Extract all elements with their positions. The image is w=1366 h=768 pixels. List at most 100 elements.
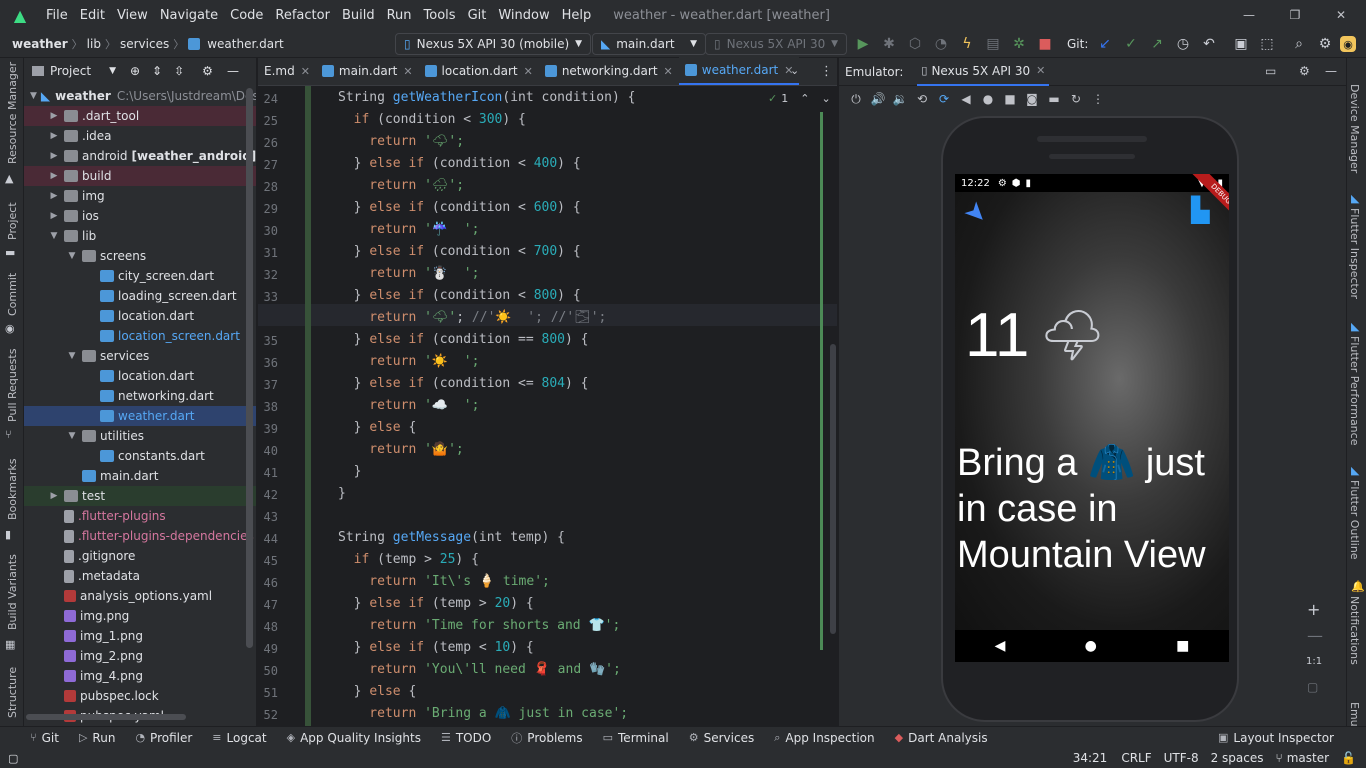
chevron-down-icon[interactable]: ▼ <box>66 431 78 441</box>
tool-profiler[interactable]: ◔ Profiler <box>135 731 192 745</box>
menu-item[interactable]: Git <box>462 8 493 23</box>
resource-manager-icon[interactable]: ▲ <box>5 172 13 185</box>
minimize-icon[interactable]: — <box>1238 4 1260 26</box>
run-icon[interactable]: ▶ <box>852 33 874 55</box>
code-area[interactable]: String getWeatherIcon(int condition) { i… <box>318 86 823 726</box>
flutter-icon[interactable]: ◣ <box>1351 464 1359 477</box>
close-window-icon[interactable]: ✕ <box>1330 4 1352 26</box>
inspection-widget[interactable]: ✓ 1 ⌃ ⌄ <box>768 92 831 105</box>
chevron-down-icon[interactable]: ▼ <box>66 351 78 361</box>
chevron-right-icon[interactable]: ▶ <box>48 151 60 161</box>
hide-panel-icon[interactable]: — <box>227 64 239 78</box>
chevron-right-icon[interactable]: ▶ <box>48 111 60 121</box>
tool-app-quality-insights[interactable]: ◈ App Quality Insights <box>287 731 421 745</box>
code-line[interactable]: } else { <box>338 684 417 699</box>
locate-file-icon[interactable]: ⊕ <box>130 64 140 78</box>
tool-commit[interactable]: Commit <box>6 273 19 316</box>
menu-item[interactable]: Navigate <box>154 8 224 23</box>
tree-item[interactable]: location_screen.dart <box>24 326 256 346</box>
code-line[interactable]: String getMessage(int temp) { <box>338 530 565 545</box>
gear-icon[interactable]: ⚙ <box>202 64 213 78</box>
phone-screen[interactable]: 12:22 ⚙ ⬢ ▮ ▼ ◢ ▮ DEBUG ➤ ▙ 11 🌩 Bring a… <box>955 174 1229 630</box>
caret-position[interactable]: 34:21 <box>1073 751 1108 765</box>
tree-item[interactable]: ▼ lib <box>24 226 256 246</box>
location-arrow-icon[interactable]: ➤ <box>958 195 995 232</box>
tree-item[interactable]: networking.dart <box>24 386 256 406</box>
zoom-ratio[interactable]: 1:1 <box>1306 656 1322 667</box>
chevron-right-icon[interactable]: ▶ <box>48 191 60 201</box>
code-line[interactable]: return '🌩'; <box>338 134 464 149</box>
tree-item[interactable]: ▶ build <box>24 166 256 186</box>
zoom-in-icon[interactable]: + <box>1307 600 1320 619</box>
close-icon[interactable]: ✕ <box>1036 64 1045 77</box>
tool-logcat[interactable]: ≡ Logcat <box>212 731 266 745</box>
tree-item[interactable]: ▼ services <box>24 346 256 366</box>
menu-item[interactable]: Build <box>336 8 381 23</box>
menu-item[interactable]: Code <box>224 8 269 23</box>
close-icon[interactable]: ✕ <box>301 65 310 78</box>
tree-item[interactable]: loading_screen.dart <box>24 286 256 306</box>
tool-resource-manager[interactable]: Resource Manager <box>6 62 19 164</box>
chevron-right-icon[interactable]: ▶ <box>48 131 60 141</box>
zoom-out-icon[interactable]: — <box>1307 626 1323 645</box>
scrollbar[interactable] <box>246 88 253 648</box>
record-icon[interactable]: ▬ <box>1043 89 1065 109</box>
tool-notifications[interactable]: Notifications <box>1348 596 1361 665</box>
tree-item[interactable]: ▶ img <box>24 186 256 206</box>
tool-flutter-outline[interactable]: Flutter Outline <box>1348 480 1361 560</box>
tree-item[interactable]: analysis_options.yaml <box>24 586 256 606</box>
code-line[interactable]: if (condition < 300) { <box>338 112 526 127</box>
emulator-tab[interactable]: ▯ Nexus 5X API 30 ✕ <box>917 58 1050 86</box>
code-line[interactable]: return '☁️ '; <box>338 398 479 413</box>
tree-item[interactable]: weather.dart <box>24 406 256 426</box>
tree-item[interactable]: ▼ utilities <box>24 426 256 446</box>
menu-item[interactable]: View <box>111 8 154 23</box>
chevron-right-icon[interactable]: ▶ <box>48 171 60 181</box>
camera-icon[interactable]: ◙ <box>1021 89 1043 109</box>
device-mirroring-icon[interactable]: ▣ <box>1230 33 1252 55</box>
home-icon[interactable]: ● <box>977 89 999 109</box>
tree-item[interactable]: city_screen.dart <box>24 266 256 286</box>
debug-icon[interactable]: ✱ <box>878 33 900 55</box>
tree-item[interactable]: .metadata <box>24 566 256 586</box>
tool-terminal[interactable]: ▭ Terminal <box>603 731 669 745</box>
back-icon[interactable]: ◀ <box>955 89 977 109</box>
menu-item[interactable]: Edit <box>74 8 111 23</box>
bookmarks-icon[interactable]: ▮ <box>5 528 11 541</box>
emulator-selector[interactable]: ▯ Nexus 5X API 30 ▼ <box>705 33 847 55</box>
avatar[interactable]: ◉ <box>1340 36 1356 52</box>
city-icon[interactable]: ▙ <box>1191 196 1209 224</box>
tool-build-variants[interactable]: Build Variants <box>6 554 19 630</box>
code-line[interactable]: return '🤷‍'; <box>338 442 463 457</box>
tool-flutter-inspector[interactable]: Flutter Inspector <box>1348 208 1361 299</box>
code-line[interactable]: } else { <box>338 420 417 435</box>
code-line[interactable]: return 'It\'s 🍦 time'; <box>338 574 550 589</box>
editor-scrollbar[interactable] <box>830 344 836 634</box>
bell-icon[interactable]: 🔔 <box>1351 580 1365 593</box>
chevron-down-icon[interactable]: ▼ <box>30 91 37 101</box>
tab-networking-dart[interactable]: networking.dart ✕ <box>539 57 679 85</box>
snapshot-icon[interactable]: ↻ <box>1065 89 1087 109</box>
chevron-down-icon[interactable]: ⌄ <box>821 92 830 105</box>
restore-icon[interactable]: ❐ <box>1284 4 1306 26</box>
tree-item[interactable]: constants.dart <box>24 446 256 466</box>
tree-item[interactable]: ▶ .idea <box>24 126 256 146</box>
menu-item[interactable]: Help <box>556 8 598 23</box>
tree-item[interactable]: .gitignore <box>24 546 256 566</box>
tree-item[interactable]: ▶ ios <box>24 206 256 226</box>
flutter-icon[interactable]: ◣ <box>1351 192 1359 205</box>
tool-git[interactable]: ⑂ Git <box>30 731 59 745</box>
close-icon[interactable]: ✕ <box>524 65 533 78</box>
indent-setting[interactable]: 2 spaces <box>1211 751 1264 765</box>
tab-main-dart[interactable]: main.dart ✕ <box>316 57 419 85</box>
file-encoding[interactable]: UTF-8 <box>1164 751 1199 765</box>
code-line[interactable]: } <box>338 464 362 479</box>
profile-icon[interactable]: ◔ <box>930 33 952 55</box>
code-line[interactable]: return 'Time for shorts and 👕'; <box>338 618 620 633</box>
code-line[interactable]: return '☀️ '; <box>338 354 479 369</box>
tool-services[interactable]: ⚙ Services <box>689 731 754 745</box>
rotate-left-icon[interactable]: ⟲ <box>911 89 933 109</box>
power-icon[interactable]: ⏻ <box>845 89 867 109</box>
code-line[interactable]: } else if (temp > 20) { <box>338 596 534 611</box>
tool-run[interactable]: ▷ Run <box>79 731 115 745</box>
